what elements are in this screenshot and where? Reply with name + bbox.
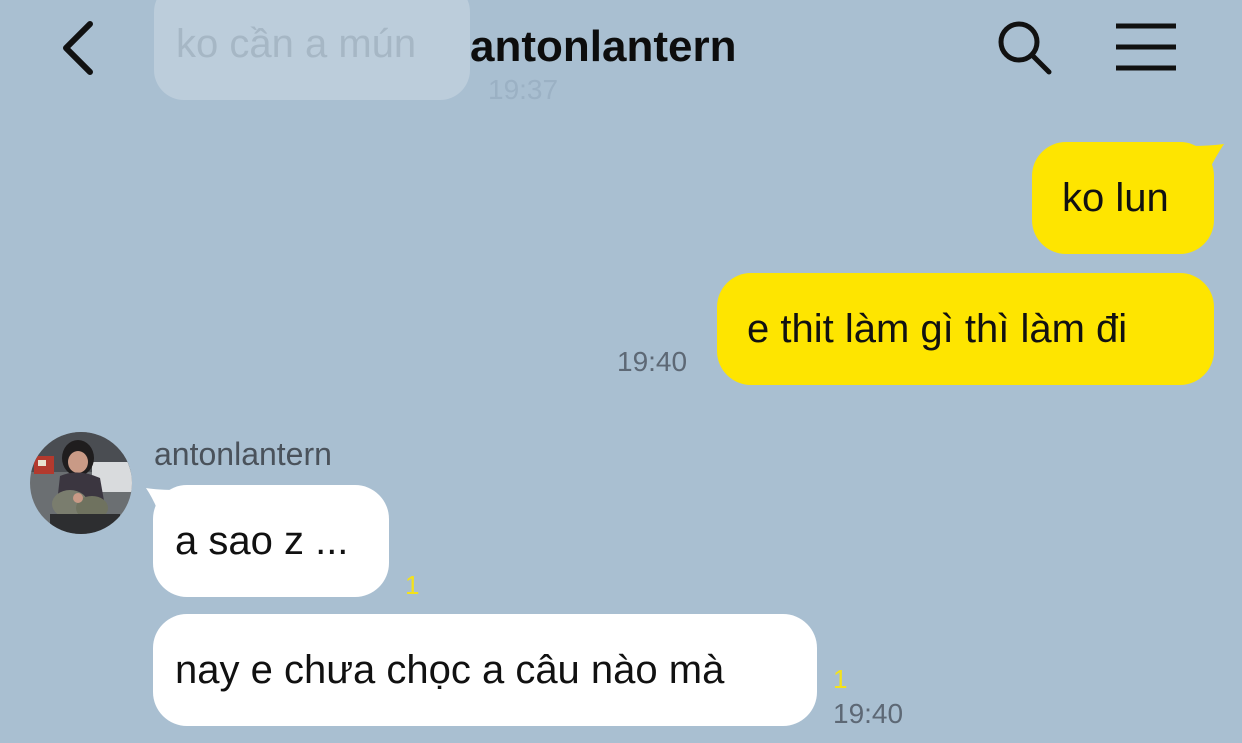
chat-room: ko cần a mún 19:37 antonlantern ko lun e…	[0, 0, 1242, 743]
hamburger-menu-icon	[1116, 23, 1176, 71]
message-time: 19:40	[833, 698, 904, 729]
incoming-message-bubble[interactable]: nay e chưa chọc a câu nào mà	[153, 614, 817, 726]
search-button[interactable]	[996, 20, 1054, 76]
profile-photo	[30, 432, 132, 534]
message-time: 19:40	[617, 346, 688, 377]
message-text: ko lun	[1062, 176, 1169, 220]
sender-name: antonlantern	[154, 436, 332, 472]
avatar[interactable]	[30, 432, 132, 534]
unread-count: 1	[833, 664, 848, 694]
incoming-message-bubble[interactable]: a sao z ...	[153, 485, 389, 597]
chat-header: antonlantern	[0, 0, 1242, 100]
search-icon	[998, 21, 1052, 75]
menu-button[interactable]	[1114, 22, 1178, 74]
unread-count: 1	[405, 570, 420, 600]
outgoing-message-bubble[interactable]: e thit làm gì thì làm đi	[717, 273, 1214, 385]
message-text: e thit làm gì thì làm đi	[747, 307, 1128, 351]
chevron-left-icon	[63, 21, 93, 75]
chat-title: antonlantern	[470, 22, 737, 71]
message-text: a sao z ...	[175, 519, 349, 563]
message-text: nay e chưa chọc a câu nào mà	[175, 648, 725, 692]
back-button[interactable]	[56, 18, 106, 78]
outgoing-message-bubble[interactable]: ko lun	[1032, 142, 1214, 254]
